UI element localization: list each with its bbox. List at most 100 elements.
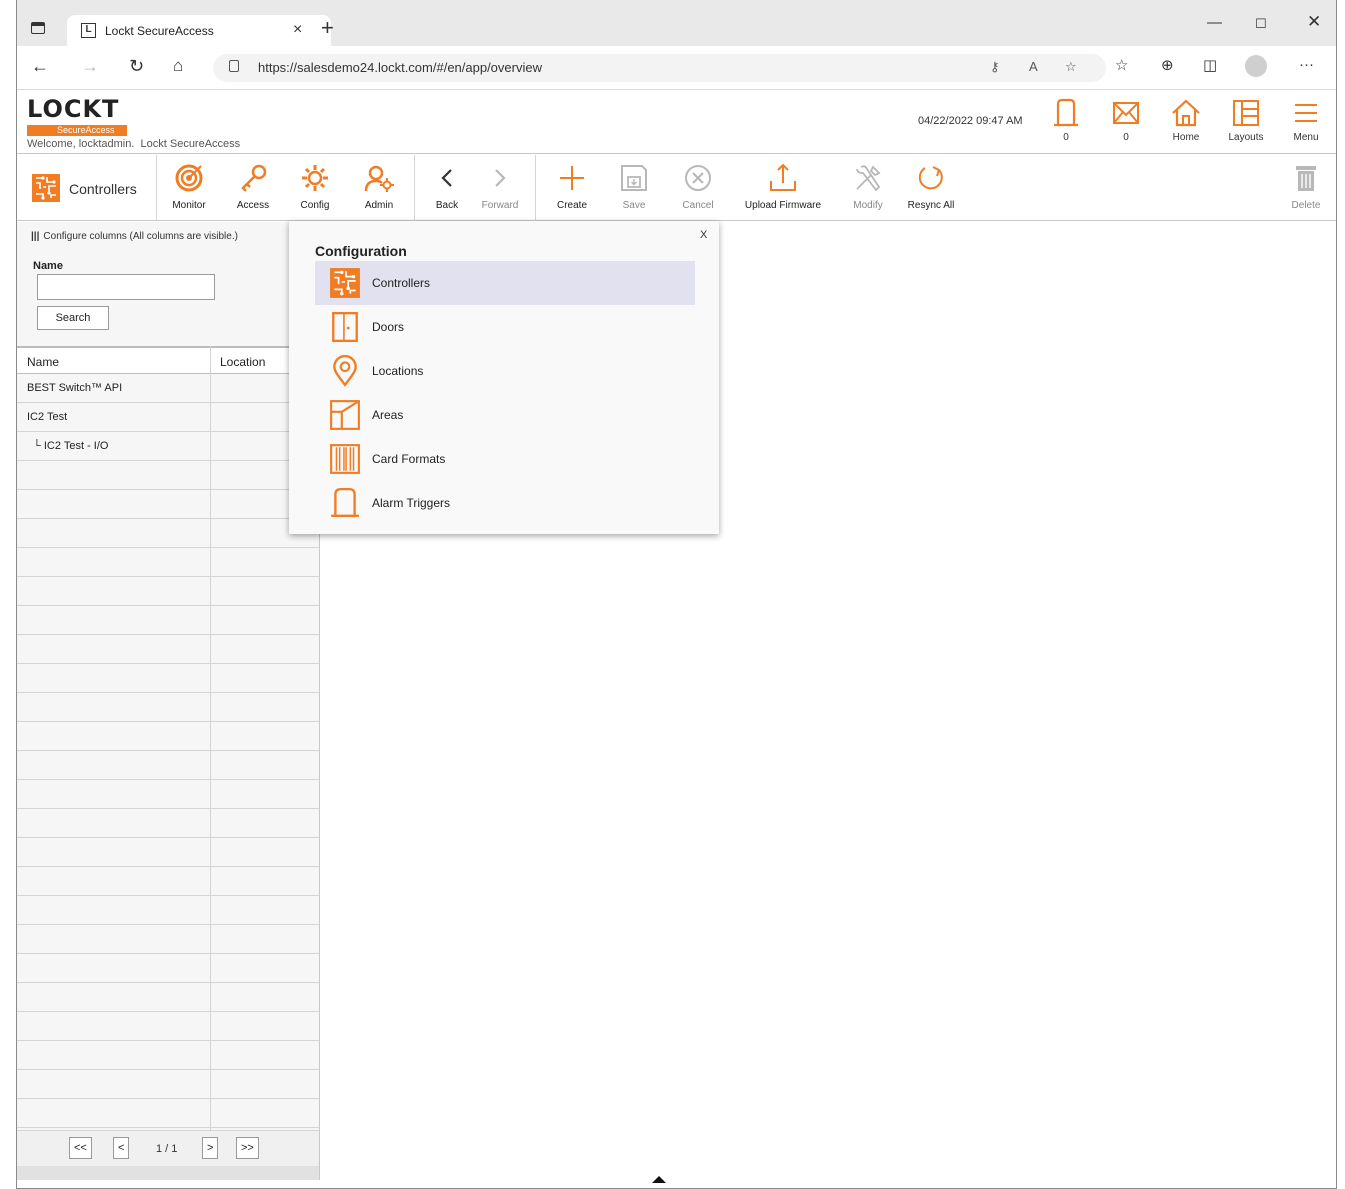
door-icon: [332, 311, 358, 343]
alarms-count: 0: [1063, 132, 1069, 143]
pager: << < 1 / 1 > >>: [17, 1130, 319, 1166]
add-favorite-icon[interactable]: ☆: [1065, 59, 1077, 75]
tab-actions-icon[interactable]: [31, 22, 45, 34]
welcome-user: Welcome, locktadmin.: [27, 138, 135, 150]
welcome-text: Welcome, locktadmin. Lockt SecureAccess: [27, 138, 240, 150]
minimize-icon[interactable]: —: [1207, 14, 1222, 31]
envelope-icon: [1113, 102, 1139, 124]
controller-list-panel: ||| Configure columns (All columns are vi…: [17, 222, 320, 1180]
profile-avatar[interactable]: [1245, 55, 1267, 77]
close-window-icon[interactable]: ✕: [1307, 12, 1321, 32]
horizontal-scrollbar[interactable]: [17, 1166, 319, 1180]
favorites-icon[interactable]: ☆: [1115, 56, 1128, 74]
configure-columns-link[interactable]: ||| Configure columns (All columns are vi…: [31, 231, 238, 242]
key-icon[interactable]: ⚷: [990, 59, 1000, 75]
back-button[interactable]: Back: [425, 161, 469, 217]
menu-item-locations[interactable]: Locations: [315, 349, 695, 393]
chevron-left-icon: [441, 169, 452, 187]
save-button[interactable]: Save: [611, 161, 657, 217]
menu-button[interactable]: Menu: [1281, 98, 1331, 150]
menu-item-areas[interactable]: Areas: [315, 393, 695, 437]
popup-close-button[interactable]: X: [700, 229, 707, 241]
delete-button[interactable]: Delete: [1283, 161, 1329, 217]
config-button[interactable]: Config: [289, 161, 341, 217]
controller-icon: [330, 268, 360, 298]
new-tab-icon[interactable]: +: [321, 15, 334, 41]
column-header-name[interactable]: Name: [27, 355, 59, 369]
access-label: Access: [236, 200, 270, 211]
alarms-button[interactable]: 0: [1041, 98, 1091, 150]
back-arrow-icon[interactable]: ←: [31, 56, 49, 77]
column-header-location[interactable]: Location: [220, 355, 265, 369]
resync-all-button[interactable]: Resync All: [903, 161, 959, 217]
menu-item-label: Doors: [372, 320, 405, 334]
collections-icon[interactable]: ⊕: [1161, 56, 1174, 74]
upload-firmware-button[interactable]: Upload Firmware: [735, 161, 831, 217]
admin-user-gear-icon: [364, 165, 394, 192]
forward-button[interactable]: Forward: [475, 161, 525, 217]
page-title-box: Controllers: [17, 155, 157, 221]
next-page-button[interactable]: >: [202, 1137, 219, 1159]
row-name: └ IC2 Test - I/O: [33, 440, 109, 452]
empty-row: [17, 1070, 319, 1099]
extensions-icon[interactable]: ◫: [1203, 56, 1217, 74]
cancel-label: Cancel: [682, 200, 714, 211]
columns-icon: |||: [31, 231, 40, 242]
expand-panel-caret-icon[interactable]: [652, 1176, 666, 1183]
table-row[interactable]: └ IC2 Test - I/O: [17, 432, 319, 461]
browser-tab[interactable]: L Lockt SecureAccess ×: [67, 15, 331, 46]
row-name: IC2 Test: [27, 411, 68, 423]
menu-item-controllers[interactable]: Controllers: [315, 261, 695, 305]
read-aloud-icon[interactable]: A: [1029, 59, 1038, 74]
first-page-button[interactable]: <<: [69, 1137, 92, 1159]
prev-page-button[interactable]: <: [113, 1137, 130, 1159]
empty-row: [17, 838, 319, 867]
menu-item-doors[interactable]: Doors: [315, 305, 695, 349]
url-text[interactable]: https://salesdemo24.lockt.com/#/en/app/o…: [258, 60, 542, 75]
empty-row: [17, 1012, 319, 1041]
maximize-icon[interactable]: ☐: [1255, 16, 1267, 32]
empty-row: [17, 519, 319, 548]
save-icon: [621, 165, 647, 191]
configure-columns-text: Configure columns (All columns are visib…: [43, 231, 238, 242]
create-button[interactable]: Create: [547, 161, 597, 217]
table-row[interactable]: BEST Switch™ API: [17, 374, 319, 403]
empty-row: [17, 635, 319, 664]
table-row[interactable]: IC2 Test: [17, 403, 319, 432]
more-options-icon[interactable]: ···: [1299, 56, 1314, 73]
home-browser-icon[interactable]: ⌂: [173, 56, 183, 76]
menu-item-alarm-triggers[interactable]: Alarm Triggers: [315, 481, 695, 525]
menu-item-card-formats[interactable]: Card Formats: [315, 437, 695, 481]
monitor-button[interactable]: Monitor: [163, 161, 215, 217]
browser-address-bar: ← → ↻ ⌂ https://salesdemo24.lockt.com/#/…: [17, 46, 1336, 90]
home-label: Home: [1172, 132, 1200, 143]
lock-icon[interactable]: [229, 60, 239, 72]
action-toolbar: Controllers Monitor Access Config Admin …: [17, 155, 1336, 221]
delete-label: Delete: [1291, 200, 1321, 211]
key-icon: [241, 164, 267, 192]
search-button[interactable]: Search: [37, 306, 109, 330]
name-filter-input[interactable]: [37, 274, 215, 300]
layouts-button[interactable]: Layouts: [1221, 98, 1271, 150]
close-tab-icon[interactable]: ×: [293, 21, 302, 39]
empty-row: [17, 461, 319, 490]
area-icon: [330, 400, 360, 430]
admin-button[interactable]: Admin: [353, 161, 405, 217]
modify-button[interactable]: Modify: [843, 161, 893, 217]
empty-row: [17, 722, 319, 751]
last-page-button[interactable]: >>: [236, 1137, 259, 1159]
home-button[interactable]: Home: [1161, 98, 1211, 150]
resync-icon: [918, 166, 943, 190]
refresh-icon[interactable]: ↻: [129, 56, 144, 77]
trash-icon: [1296, 166, 1316, 191]
cancel-button[interactable]: Cancel: [673, 161, 723, 217]
messages-button[interactable]: 0: [1101, 98, 1151, 150]
empty-row: [17, 751, 319, 780]
tab-title: Lockt SecureAccess: [105, 24, 214, 38]
url-field[interactable]: https://salesdemo24.lockt.com/#/en/app/o…: [213, 54, 1106, 82]
forward-arrow-icon[interactable]: →: [81, 56, 99, 77]
access-button[interactable]: Access: [227, 161, 279, 217]
empty-row: [17, 1041, 319, 1070]
toolbar-separator: [414, 155, 415, 221]
menu-item-label: Card Formats: [372, 452, 446, 466]
